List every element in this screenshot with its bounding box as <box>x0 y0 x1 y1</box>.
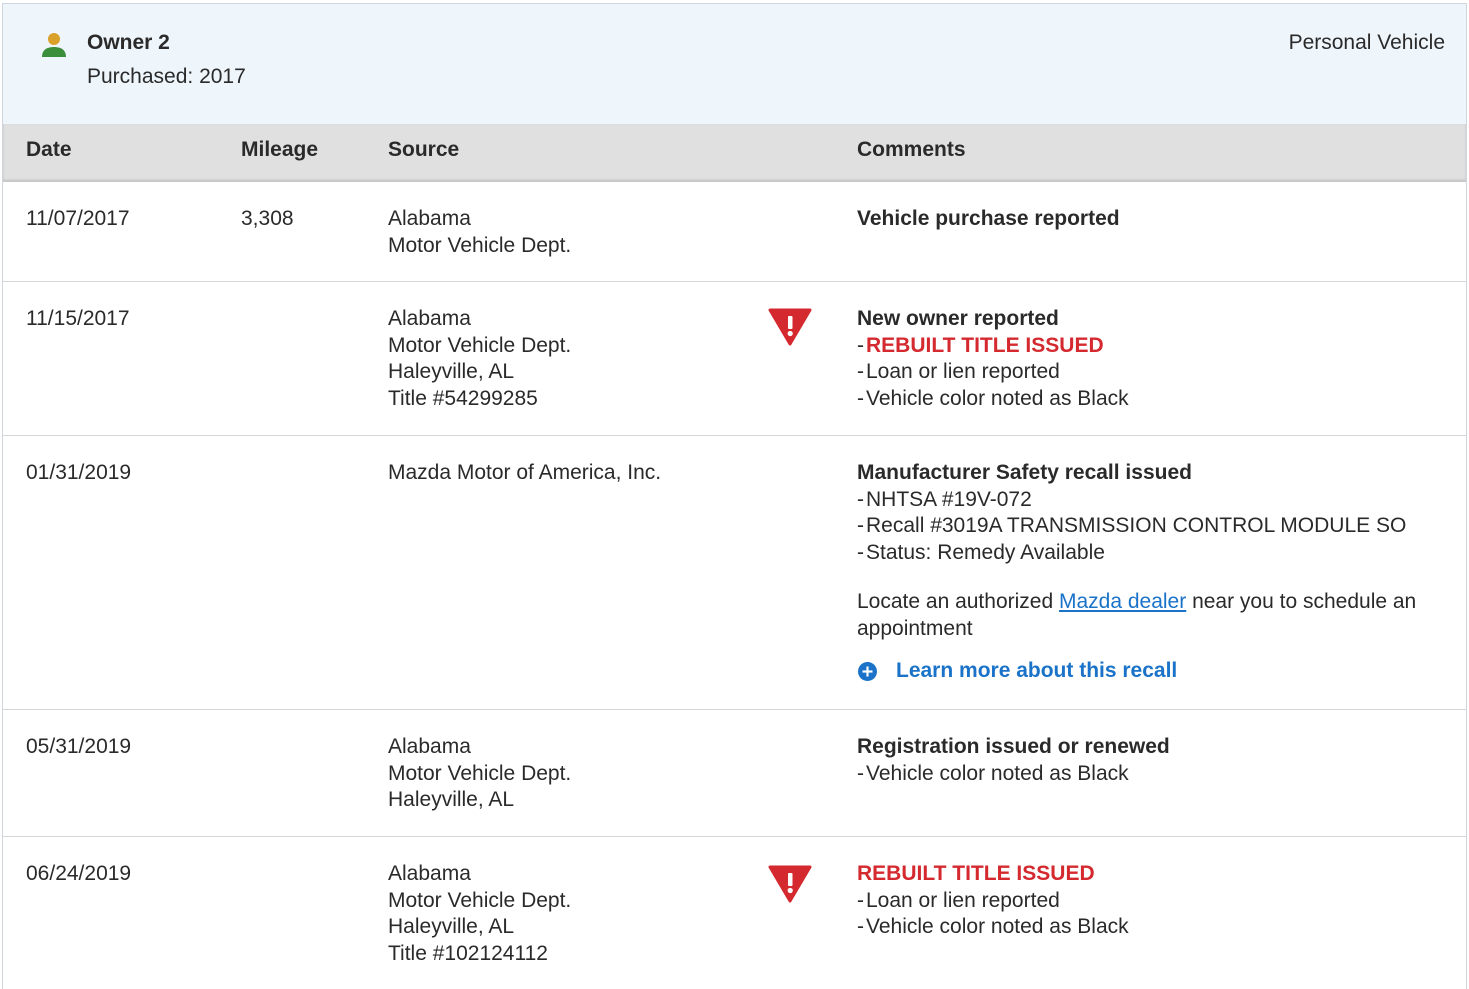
vehicle-history-panel: Owner 2 Purchased: 2017 Personal Vehicle… <box>2 3 1467 989</box>
column-header-source: Source <box>388 138 460 161</box>
dealer-paragraph-text: Locate an authorized <box>857 590 1059 613</box>
comment-item: -NHTSA #19V-072 <box>857 487 1032 511</box>
comment-item-text: Vehicle color noted as Black <box>866 386 1129 410</box>
owner-type: Personal Vehicle <box>1288 31 1445 54</box>
comment-item-text: NHTSA #19V-072 <box>866 487 1032 511</box>
source-line: Alabama <box>388 735 471 758</box>
row-comments: Registration issued or renewed -Vehicle … <box>857 734 1447 787</box>
row-comments: Manufacturer Safety recall issued -NHTSA… <box>857 460 1447 685</box>
row-date: 11/07/2017 <box>26 207 130 230</box>
table-row: 11/07/2017 3,308 Alabama Motor Vehicle D… <box>3 182 1466 282</box>
source-line: Haleyville, AL <box>388 788 515 811</box>
owner-purchased: Purchased: 2017 <box>87 65 246 88</box>
column-header-comments: Comments <box>857 138 966 161</box>
plus-circle-icon <box>858 661 877 681</box>
person-icon <box>42 33 66 57</box>
mazda-dealer-link[interactable]: Mazda dealer <box>1059 590 1186 613</box>
owner-name: Owner 2 <box>87 31 170 54</box>
row-date: 06/24/2019 <box>26 862 132 885</box>
comment-item: -Loan or lien reported <box>857 360 1060 383</box>
column-header-date: Date <box>26 138 72 161</box>
source-line: Mazda Motor of America, Inc. <box>388 461 662 484</box>
alert-icon <box>768 865 812 903</box>
comment-item-text: Loan or lien reported <box>866 888 1060 912</box>
learn-more-recall-link[interactable]: Learn more about this recall <box>857 658 1447 685</box>
row-date: 11/15/2017 <box>26 307 130 330</box>
row-source: Alabama Motor Vehicle Dept. Haleyville, … <box>388 734 571 814</box>
source-line: Motor Vehicle Dept. <box>388 233 572 257</box>
table-header: Date Mileage Source Comments <box>3 124 1466 182</box>
source-line: Alabama <box>388 862 471 885</box>
comment-item-text: Vehicle color noted as Black <box>866 915 1129 938</box>
rebuilt-title-heading: REBUILT TITLE ISSUED <box>857 862 1095 885</box>
comment-item: -Vehicle color noted as Black <box>857 761 1129 785</box>
comment-item: -Status: Remedy Available <box>857 540 1105 564</box>
row-source: Alabama Motor Vehicle Dept. Haleyville, … <box>388 861 571 967</box>
comment-item-text: Recall #3019A TRANSMISSION CONTROL MODUL… <box>866 514 1407 537</box>
comment-item-text: Loan or lien reported <box>866 360 1060 383</box>
column-header-mileage: Mileage <box>241 138 319 161</box>
row-mileage: 3,308 <box>241 207 294 230</box>
row-comments: Vehicle purchase reported <box>857 206 1447 233</box>
table-row: 11/15/2017 Alabama Motor Vehicle Dept. H… <box>3 282 1466 436</box>
source-line: Motor Vehicle Dept. <box>388 333 572 357</box>
table-row: 01/31/2019 Mazda Motor of America, Inc. … <box>3 436 1466 710</box>
alert-icon <box>768 308 812 346</box>
row-date: 05/31/2019 <box>26 735 132 758</box>
comment-item: -Recall #3019A TRANSMISSION CONTROL MODU… <box>857 514 1407 537</box>
source-line: Haleyville, AL <box>388 360 515 383</box>
learn-more-label[interactable]: Learn more about this recall <box>896 658 1177 685</box>
source-line: Motor Vehicle Dept. <box>388 888 572 912</box>
source-line: Motor Vehicle Dept. <box>388 761 572 785</box>
comment-item-text: Vehicle color noted as Black <box>866 761 1129 785</box>
row-source: Alabama Motor Vehicle Dept. <box>388 206 571 259</box>
row-comments: New owner reported -REBUILT TITLE ISSUED… <box>857 306 1447 412</box>
comment-title: New owner reported <box>857 307 1059 330</box>
comment-title: Registration issued or renewed <box>857 735 1170 758</box>
row-comments: REBUILT TITLE ISSUED -Loan or lien repor… <box>857 861 1447 941</box>
table-row: 05/31/2019 Alabama Motor Vehicle Dept. H… <box>3 710 1466 837</box>
rebuilt-title-text: REBUILT TITLE ISSUED <box>866 333 1104 357</box>
comment-title: Vehicle purchase reported <box>857 207 1120 230</box>
table-row: 06/24/2019 Alabama Motor Vehicle Dept. H… <box>3 837 1466 989</box>
comment-item: -Loan or lien reported <box>857 888 1060 912</box>
row-date: 01/31/2019 <box>26 461 132 484</box>
source-line: Alabama <box>388 307 471 330</box>
source-line: Haleyville, AL <box>388 915 515 938</box>
source-line: Title #54299285 <box>388 386 538 410</box>
comment-title: Manufacturer Safety recall issued <box>857 461 1192 484</box>
row-source: Mazda Motor of America, Inc. <box>388 460 661 487</box>
comment-item: -Vehicle color noted as Black <box>857 915 1129 938</box>
source-line: Title #102124112 <box>388 941 548 965</box>
comment-alert-item: -REBUILT TITLE ISSUED <box>857 333 1104 357</box>
comment-item: -Vehicle color noted as Black <box>857 386 1129 410</box>
row-source: Alabama Motor Vehicle Dept. Haleyville, … <box>388 306 571 412</box>
source-line: Alabama <box>388 207 471 230</box>
owner-header: Owner 2 Purchased: 2017 Personal Vehicle <box>3 4 1466 125</box>
dealer-paragraph: Locate an authorized Mazda dealer near y… <box>857 588 1447 642</box>
comment-item-text: Status: Remedy Available <box>866 540 1105 564</box>
